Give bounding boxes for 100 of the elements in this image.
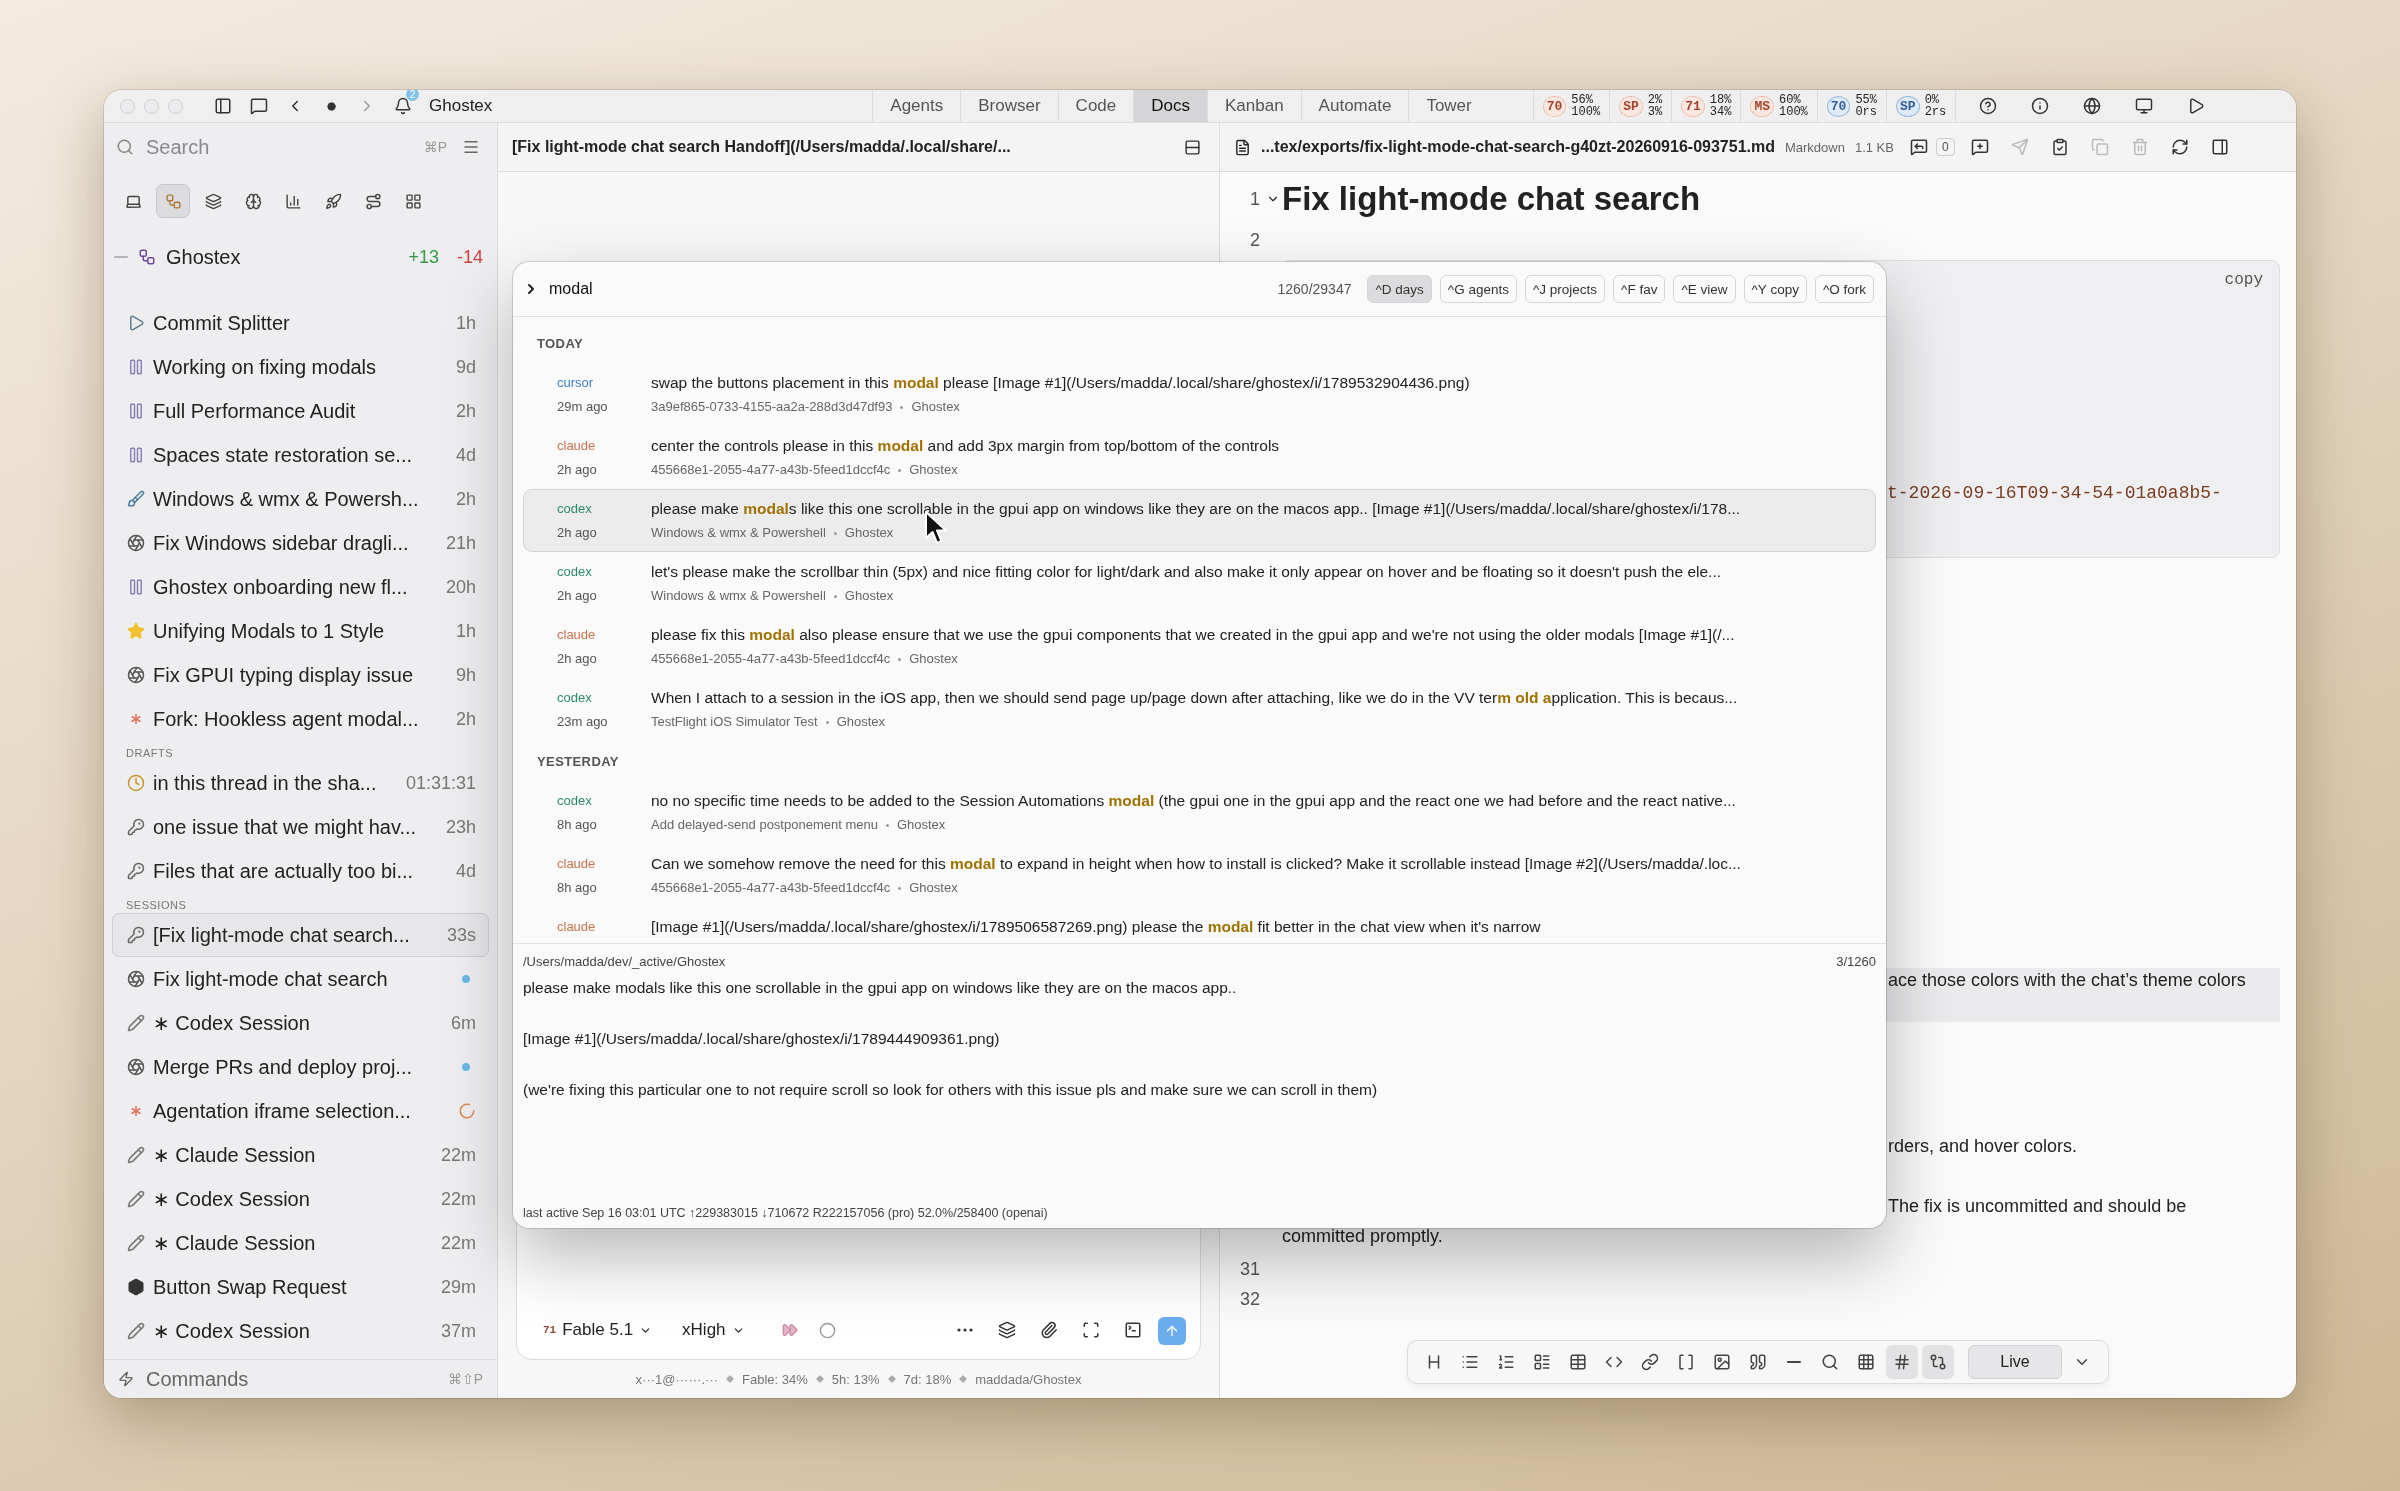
section-heading: DRAFTS bbox=[125, 746, 174, 761]
globe-icon bbox=[2083, 97, 2102, 115]
search-icon bbox=[116, 138, 134, 156]
key-icon bbox=[127, 862, 145, 880]
sidebar-item[interactable]: Fork: Hookless agent modal... 2h bbox=[112, 697, 489, 741]
code-text: t-2026-09-16T09-34-54-01a0a8b5- bbox=[1887, 483, 2223, 503]
sidebar-item[interactable]: Agentation iframe selection... bbox=[112, 1089, 489, 1133]
search-result[interactable]: codex 2h ago please make modals like this one scrollable in the gpui app on windows like they are on the macos app.. [Image #1](/Users/madda/.local/share/ghostex/i/178... Windows & wmx & Powershell Ghostex bbox=[523, 489, 1876, 552]
search-result[interactable]: claude 2h ago center the controls please in this modal and add 3px margin from top/bottom of the controls 455668e1-2055-4a77-a43b-5feed1dccf4c Ghostex bbox=[523, 426, 1876, 489]
filter-chip[interactable]: ^G agents bbox=[1439, 275, 1517, 303]
search-result[interactable]: claude 2h ago please fix this modal also please ensure that we use the gpui components that we created in the gpui app and we're not using the older modals [Image #1](/... 455668e1-2055-4a77-a43b-5feed1dccf4c Ghostex bbox=[523, 615, 1876, 678]
brackets-icon bbox=[1677, 1353, 1695, 1371]
quote-icon bbox=[1749, 1353, 1767, 1371]
sidebar-item[interactable]: Ghostex onboarding new fl... 20h bbox=[112, 565, 489, 609]
filter-chip[interactable]: ^O fork bbox=[1814, 275, 1874, 303]
sidebar-item[interactable]: Spaces state restoration se... 4d bbox=[112, 433, 489, 477]
file-path: ...tex/exports/fix-light-mode-chat-search-g40zt-20260916-093751.md bbox=[1261, 138, 1775, 156]
line-number: 31 bbox=[1238, 1258, 1261, 1280]
usage-value: 2% bbox=[1647, 94, 1663, 106]
agent-label: codex bbox=[557, 500, 593, 518]
aperture-icon bbox=[127, 666, 145, 684]
tab[interactable]: Automate bbox=[1300, 90, 1409, 122]
filter-chip[interactable]: ^F fav bbox=[1613, 275, 1666, 303]
sidebar-item[interactable]: in this thread in the sha... 01:31:31 bbox=[112, 761, 489, 805]
sidebar-item[interactable]: one issue that we might hav... 23h bbox=[112, 805, 489, 849]
copy-button[interactable]: copy bbox=[2224, 271, 2263, 289]
sidebar-item[interactable]: ∗ Claude Session 22m bbox=[112, 1221, 489, 1265]
sidebar-item[interactable]: Fix GPUI typing display issue 9h bbox=[112, 653, 489, 697]
status-text: maddada/Ghostex bbox=[975, 1371, 1082, 1387]
search-result[interactable]: claude [Image #1](/Users/madda/.local/share/ghostex/i/1789506587269.png) please the modal fit better in the chat view when it's narrow bbox=[523, 907, 1876, 943]
sidebar-item[interactable]: Windows & wmx & Powersh... 2h bbox=[112, 477, 489, 521]
dot-icon bbox=[326, 101, 336, 111]
sidebar-item[interactable]: Fix Windows sidebar dragli... 21h bbox=[112, 521, 489, 565]
filter-chip[interactable]: ^Y copy bbox=[1743, 275, 1807, 303]
aperture-icon bbox=[127, 1058, 145, 1076]
copy-icon bbox=[2090, 138, 2109, 156]
sidebar-item[interactable]: Fix light-mode chat search bbox=[112, 957, 489, 1001]
sidebar-item[interactable]: Unifying Modals to 1 Style 1h bbox=[112, 609, 489, 653]
usage-badge: MS bbox=[1750, 95, 1774, 117]
usage-value: 100% bbox=[1571, 106, 1601, 118]
tab[interactable]: Docs bbox=[1133, 90, 1207, 122]
sidebar-item[interactable]: ∗ Codex Session 6m bbox=[112, 1001, 489, 1045]
pencil-icon bbox=[127, 1234, 145, 1252]
status-text: 5h: 13% bbox=[831, 1371, 880, 1387]
sidebar-item[interactable]: [Fix light-mode chat search... 33s bbox=[112, 913, 489, 957]
agent-label: claude bbox=[557, 855, 597, 873]
hash-button[interactable] bbox=[1886, 1345, 1918, 1379]
divider-icon bbox=[1787, 1361, 1801, 1363]
workflow-view-button[interactable] bbox=[156, 184, 190, 218]
search-result[interactable]: codex 2h ago let's please make the scrollbar thin (5px) and nice fitting color for light/dark and also make it only appear on hover and be floating so it doesn't push the ele... Windows & wmx & Powershell Ghostex bbox=[523, 552, 1876, 615]
sidebar-icon bbox=[214, 97, 232, 115]
right-panel-icon bbox=[2210, 138, 2229, 156]
grid-icon bbox=[404, 192, 422, 210]
line-number: 1 bbox=[1249, 188, 1261, 210]
search-field[interactable]: modal bbox=[547, 279, 1270, 299]
agent-label: cursor bbox=[557, 374, 595, 392]
sidebar-item[interactable]: Button Swap Request 29m bbox=[112, 1265, 489, 1309]
terminal-icon bbox=[1124, 1321, 1142, 1339]
usage-value: 0rs bbox=[1855, 106, 1878, 118]
sidebar-item[interactable]: Merge PRs and deploy proj... bbox=[112, 1045, 489, 1089]
ellipsis-icon bbox=[957, 1328, 973, 1332]
pencil-icon bbox=[127, 1146, 145, 1164]
search-field[interactable]: Search bbox=[144, 134, 414, 160]
search-result[interactable]: claude 8h ago Can we somehow remove the need for this modal to expand in height when how to install is clicked? Make it scrollable instead [Image #2](/Users/madda/.loc... 455668e1-2055-4a77-a43b-5feed1dccf4c Ghostex bbox=[523, 844, 1876, 907]
tab[interactable]: Tower bbox=[1408, 90, 1489, 122]
sidebar-item[interactable]: Commit Splitter 1h bbox=[112, 301, 489, 345]
separator-dot bbox=[898, 886, 902, 890]
filter-chip[interactable]: ^D days bbox=[1367, 275, 1432, 303]
filter-chip[interactable]: ^E view bbox=[1673, 275, 1736, 303]
cube-icon bbox=[127, 1278, 145, 1296]
filter-chip[interactable]: ^J projects bbox=[1524, 275, 1606, 303]
document-text: rders, and hover colors. bbox=[1888, 1136, 2078, 1156]
brain-icon bbox=[244, 192, 262, 210]
window-title: Ghostex bbox=[429, 96, 493, 116]
expand-icon bbox=[1082, 1321, 1100, 1339]
delete-icon bbox=[2130, 138, 2149, 156]
effort-selector[interactable]: xHigh bbox=[682, 1315, 745, 1345]
usage-value: 55% bbox=[1855, 94, 1878, 106]
tab[interactable]: Agents bbox=[872, 90, 961, 122]
result-count: 1260/29347 bbox=[1277, 281, 1352, 297]
compare-button[interactable] bbox=[1922, 1345, 1954, 1379]
sidebar-item[interactable]: Files that are actually too bi... 4d bbox=[112, 849, 489, 893]
tab[interactable]: Kanban bbox=[1207, 90, 1301, 122]
mode-button[interactable]: Live bbox=[1968, 1345, 2062, 1379]
sidebar-item[interactable]: ∗ Codex Session 37m bbox=[112, 1309, 489, 1353]
sidebar-item[interactable]: Full Performance Audit 2h bbox=[112, 389, 489, 433]
search-result[interactable]: codex 23m ago When I attach to a session in the iOS app, then we should send page up/page down after attaching, like we do in the VV term old application. This is becaus... TestFlight iOS Simulator Test Ghostex bbox=[523, 678, 1876, 741]
chat-title: [Fix light-mode chat search Handoff](/Users/madda/.local/share/... bbox=[512, 138, 1012, 156]
search-result[interactable]: codex 8h ago no no specific time needs to be added to the Session Automations modal (the gpui one in the gpui app and the react one we had before and the react native... Add delayed-send postponement menu Ghostex bbox=[523, 781, 1876, 844]
search-result[interactable]: cursor 29m ago swap the buttons placement in this modal please [Image #1](/Users/madda/.local/share/ghostex/i/1789532904436.png) 3a9ef865-0733-4155-aa2a-288d3d47df93 Ghostex bbox=[523, 363, 1876, 426]
model-number: 71 bbox=[543, 1324, 557, 1336]
play-icon bbox=[127, 314, 145, 332]
sidebar-item[interactable]: ∗ Claude Session 22m bbox=[112, 1133, 489, 1177]
menu-icon bbox=[462, 138, 480, 156]
tab[interactable]: Browser bbox=[960, 90, 1058, 122]
sidebar-item[interactable]: Working on fixing modals 9d bbox=[112, 345, 489, 389]
file-format: Markdown bbox=[1784, 139, 1845, 155]
project-name: Ghostex bbox=[166, 245, 242, 269]
model-selector[interactable]: 71 Fable 5.1 bbox=[543, 1315, 653, 1345]
sidebar-item[interactable]: ∗ Codex Session 22m bbox=[112, 1177, 489, 1221]
